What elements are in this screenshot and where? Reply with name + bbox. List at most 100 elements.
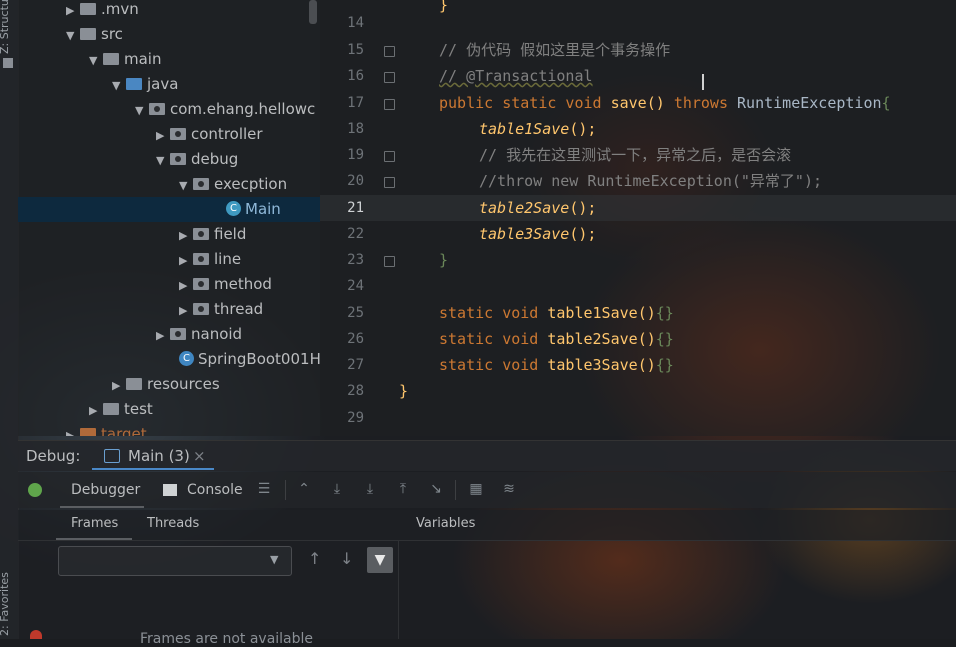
menu-lines-icon[interactable]: ☰ bbox=[255, 480, 273, 498]
tree-item-src[interactable]: ▼ src bbox=[66, 22, 123, 47]
resources-folder-icon bbox=[126, 377, 142, 390]
filter-icon[interactable]: ▼ bbox=[367, 547, 393, 573]
structure-icon[interactable] bbox=[3, 58, 13, 68]
collapse-arrow-icon[interactable]: ▼ bbox=[112, 73, 126, 98]
tree-item-target[interactable]: ▶ target bbox=[66, 422, 147, 436]
method-name-token: table2Save bbox=[547, 330, 638, 348]
code-line-14: } bbox=[439, 0, 449, 14]
code-line-17: public static void save() throws Runtime… bbox=[439, 90, 891, 116]
collapse-arrow-icon[interactable]: ▼ bbox=[89, 48, 103, 73]
tree-item-springboot-class[interactable]: C SpringBoot001H bbox=[179, 347, 321, 372]
chevron-down-icon[interactable]: ▼ bbox=[270, 553, 278, 566]
tab-debugger[interactable]: Debugger bbox=[71, 482, 140, 498]
fold-marker-icon[interactable] bbox=[384, 46, 395, 57]
tree-item-label: SpringBoot001H bbox=[198, 350, 321, 368]
variables-header: Variables bbox=[416, 516, 476, 531]
tab-frames[interactable]: Frames bbox=[71, 516, 118, 531]
expand-arrow-icon[interactable]: ▶ bbox=[156, 123, 170, 148]
expand-arrow-icon[interactable]: ▶ bbox=[66, 0, 80, 23]
expand-arrow-icon[interactable]: ▶ bbox=[112, 373, 126, 398]
keyword-token: public static void bbox=[439, 94, 611, 112]
structure-tool-label[interactable]: Z: Structure bbox=[0, 0, 11, 54]
tree-item-java[interactable]: ▼ java bbox=[112, 72, 178, 97]
step-out-icon[interactable]: ⤒ bbox=[394, 480, 412, 498]
line-number-current: 21 bbox=[347, 200, 364, 216]
tree-item-label: main bbox=[124, 50, 162, 68]
trace-icon[interactable]: ≋ bbox=[500, 480, 518, 498]
expand-arrow-icon[interactable]: ▶ bbox=[179, 223, 193, 248]
frame-down-icon[interactable]: ↓ bbox=[340, 549, 353, 568]
method-call-token: table2Save bbox=[479, 199, 570, 217]
expand-arrow-icon[interactable]: ▶ bbox=[156, 323, 170, 348]
tree-item-execption[interactable]: ▼ execption bbox=[179, 172, 287, 197]
debug-session-tab[interactable]: Main (3) bbox=[128, 447, 190, 465]
evaluate-expression-icon[interactable]: ▦ bbox=[467, 480, 485, 498]
folder-icon bbox=[80, 427, 96, 436]
tree-scrollbar-thumb[interactable] bbox=[309, 0, 317, 24]
frame-up-icon[interactable]: ↑ bbox=[308, 549, 321, 568]
package-icon bbox=[193, 227, 209, 240]
tab-console[interactable]: Console bbox=[187, 482, 243, 498]
fold-marker-icon[interactable] bbox=[384, 256, 395, 267]
tree-item-debug[interactable]: ▼ debug bbox=[156, 147, 238, 172]
expand-arrow-icon[interactable]: ▶ bbox=[89, 398, 103, 423]
collapse-arrow-icon[interactable]: ▼ bbox=[156, 148, 170, 173]
tree-item-controller[interactable]: ▶ controller bbox=[156, 122, 263, 147]
bug-icon[interactable] bbox=[28, 483, 42, 497]
expand-arrow-icon[interactable]: ▶ bbox=[179, 298, 193, 323]
favorites-tool-label[interactable]: 2: Favorites bbox=[0, 572, 11, 636]
fold-marker-icon[interactable] bbox=[384, 99, 395, 110]
package-icon bbox=[149, 102, 165, 115]
keyword-token: throws bbox=[673, 94, 738, 112]
fold-marker-icon[interactable] bbox=[384, 72, 395, 83]
expand-arrow-icon[interactable]: ▶ bbox=[179, 273, 193, 298]
debugger-tab-underline bbox=[60, 506, 144, 508]
show-execution-point-icon[interactable]: ⌃ bbox=[295, 480, 313, 498]
tree-item-nanoid[interactable]: ▶ nanoid bbox=[156, 322, 242, 347]
tree-item-field[interactable]: ▶ field bbox=[179, 222, 246, 247]
tree-item-package-root[interactable]: ▼ com.ehang.hellowc bbox=[135, 97, 315, 122]
tree-item-method[interactable]: ▶ method bbox=[179, 272, 272, 297]
fold-marker-icon[interactable] bbox=[384, 177, 395, 188]
tree-item-label: thread bbox=[214, 300, 264, 318]
tree-item-main-class[interactable]: C Main bbox=[226, 197, 281, 222]
step-into-icon[interactable]: ⤓ bbox=[361, 480, 379, 498]
step-over-icon[interactable]: ⤓ bbox=[328, 480, 346, 498]
tree-item-mvn[interactable]: ▶ .mvn bbox=[66, 0, 139, 22]
tree-item-label: nanoid bbox=[191, 325, 243, 343]
code-line-18: table1Save(); bbox=[479, 116, 596, 142]
line-gutter: 14 15 16 17 18 19 20 21 22 23 24 25 26 2… bbox=[320, 0, 395, 436]
collapse-arrow-icon[interactable]: ▼ bbox=[135, 98, 149, 123]
run-to-cursor-icon[interactable]: ↘ bbox=[427, 480, 445, 498]
line-number: 28 bbox=[347, 383, 364, 399]
tree-item-label: target bbox=[101, 425, 147, 436]
paren-token: (); bbox=[569, 199, 597, 217]
tab-threads[interactable]: Threads bbox=[147, 516, 199, 531]
debug-side-icon[interactable] bbox=[30, 630, 42, 639]
collapse-arrow-icon[interactable]: ▼ bbox=[179, 173, 193, 198]
line-number: 23 bbox=[347, 252, 364, 268]
text-cursor-icon bbox=[702, 74, 704, 90]
collapse-arrow-icon[interactable]: ▼ bbox=[66, 23, 80, 48]
expand-arrow-icon[interactable]: ▶ bbox=[179, 248, 193, 273]
package-icon bbox=[193, 302, 209, 315]
code-line-16: // @Transactional bbox=[439, 67, 593, 85]
package-icon bbox=[170, 127, 186, 140]
tree-item-main[interactable]: ▼ main bbox=[89, 47, 161, 72]
paren-token: (); bbox=[569, 225, 597, 243]
fold-marker-icon[interactable] bbox=[384, 151, 395, 162]
tree-item-thread[interactable]: ▶ thread bbox=[179, 297, 263, 322]
method-call-token: table3Save bbox=[479, 225, 570, 243]
thread-selector[interactable] bbox=[58, 546, 292, 576]
expand-arrow-icon[interactable]: ▶ bbox=[66, 423, 80, 436]
type-token: RuntimeException bbox=[737, 94, 882, 112]
console-icon bbox=[163, 484, 177, 496]
close-session-icon[interactable]: × bbox=[193, 447, 206, 465]
paren-token: () bbox=[637, 304, 656, 322]
line-number: 26 bbox=[347, 331, 364, 347]
toolbar-separator bbox=[455, 480, 456, 500]
tree-item-test[interactable]: ▶ test bbox=[89, 397, 153, 422]
source-folder-icon bbox=[126, 77, 142, 90]
tree-item-resources[interactable]: ▶ resources bbox=[112, 372, 220, 397]
tree-item-line[interactable]: ▶ line bbox=[179, 247, 241, 272]
